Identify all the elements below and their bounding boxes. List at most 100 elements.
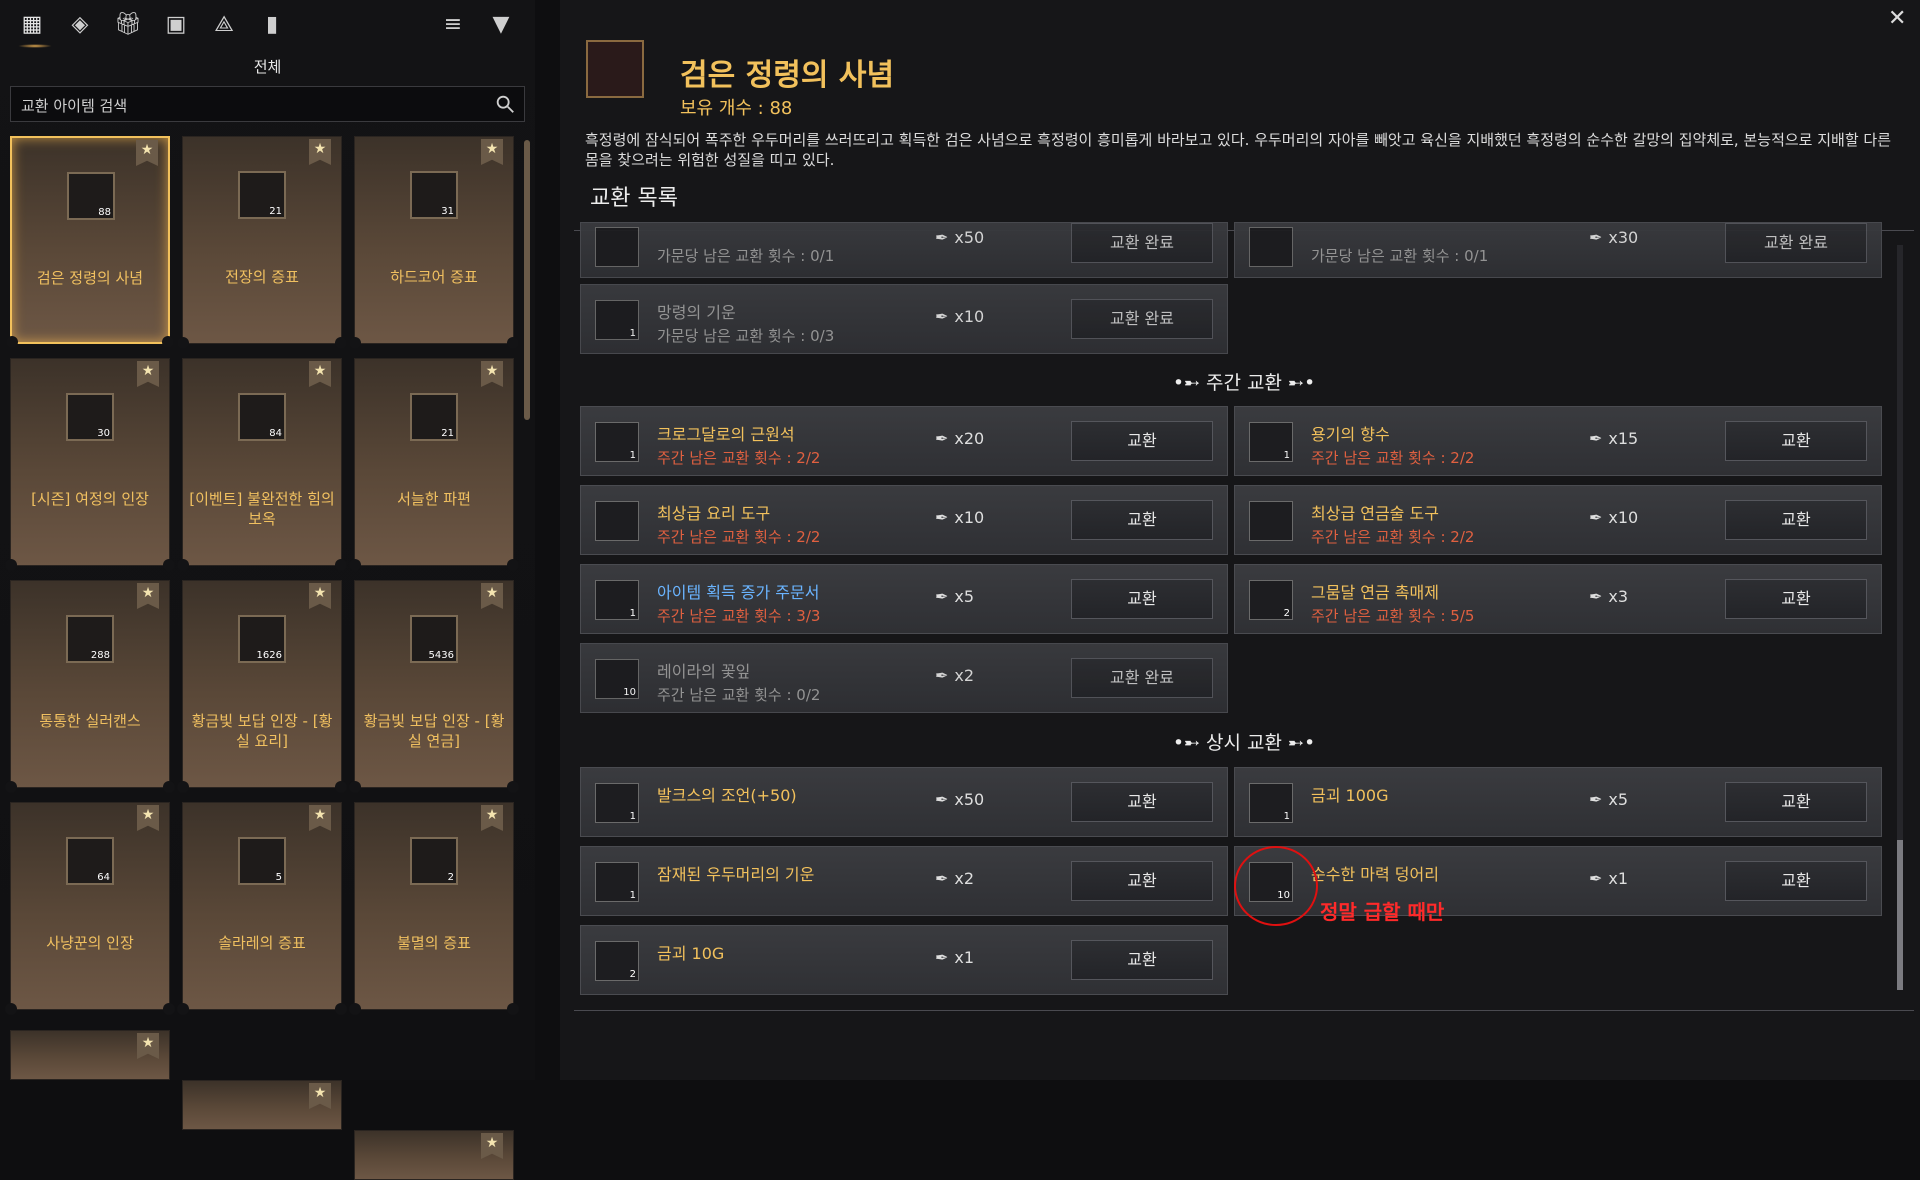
bookmark-icon[interactable]: ▮ — [258, 10, 286, 38]
favorite-star-icon[interactable]: ★ — [309, 361, 331, 387]
chest-icon[interactable]: ▣ — [162, 10, 190, 38]
exchange-button[interactable]: 교환 — [1071, 940, 1213, 980]
item-card[interactable]: ★ 30 [시즌] 여정의 인장 — [5, 358, 175, 571]
favorite-star-icon[interactable]: ★ — [481, 583, 503, 609]
check-icon — [595, 227, 639, 267]
check-icon: 1 — [595, 300, 639, 340]
scroll-thumb[interactable] — [1897, 840, 1903, 990]
exchange-complete-button[interactable]: 교환 완료 — [1071, 299, 1213, 339]
item-card-name: 하드코어 증표 — [390, 268, 478, 286]
category-label: 전체 — [253, 58, 282, 76]
item-card-name: 황금빛 보답 인장 - [황실 연금] — [363, 712, 505, 750]
slot-name: 그뭄달 연금 촉매제 — [1311, 583, 1439, 602]
search-icon[interactable] — [494, 93, 516, 115]
favorite-star-icon[interactable]: ★ — [309, 139, 331, 165]
favorite-star-icon[interactable]: ★ — [137, 361, 159, 387]
quill-icon: ✒ — [935, 790, 949, 809]
exchange-button[interactable]: 교환 — [1725, 782, 1867, 822]
item-card[interactable]: ★ 1626 황금빛 보답 인장 - [황실 요리] — [177, 580, 347, 793]
exchange-button[interactable]: 교환 — [1071, 861, 1213, 901]
filter-icon[interactable]: ▼ — [487, 10, 515, 38]
slot-remaining: 주간 남은 교환 횟수 : 2/2 — [657, 528, 821, 546]
quill-icon: ✒ — [935, 307, 949, 326]
slot-name: 아이템 획득 증가 주문서 — [657, 583, 820, 602]
item-icon: 1 — [595, 862, 639, 902]
gift-icon[interactable]: 🎁︎ — [114, 10, 142, 38]
item-icon: 30 — [66, 393, 114, 441]
favorite-star-icon[interactable]: ★ — [137, 583, 159, 609]
item-card[interactable]: ★ 5 솔라레의 증표 — [177, 802, 347, 1015]
item-description: 흑정령에 잠식되어 폭주한 우두머리를 쓰러뜨리고 획득한 검은 사념으로 흑정… — [585, 131, 1892, 169]
item-card[interactable]: ★ 2 불멸의 증표 — [349, 802, 519, 1015]
item-card[interactable]: ★ 21 서늘한 파편 — [349, 358, 519, 571]
exchange-button[interactable]: 교환 — [1071, 782, 1213, 822]
item-icon: 2 — [410, 837, 458, 885]
active-tab-indicator — [18, 44, 52, 48]
left-scrollbar[interactable] — [524, 140, 530, 420]
quill-icon: ✒ — [1589, 429, 1603, 448]
item-icon: 1 — [595, 422, 639, 462]
exchange-button[interactable]: 교환 — [1725, 861, 1867, 901]
exchange-slot: 1 발크스의 조언(+50) ✒ x50 교환 — [580, 767, 1228, 837]
owned-count: 보유 개수 : 88 — [680, 98, 793, 119]
favorite-star-icon[interactable]: ★ — [309, 583, 331, 609]
exchange-complete-button[interactable]: 교환 완료 — [1071, 223, 1213, 263]
exchange-slot: 2 그뭄달 연금 촉매제 주간 남은 교환 횟수 : 5/5 ✒ x3 교환 — [1234, 564, 1882, 634]
item-card[interactable]: ★ 21 전장의 증표 — [177, 136, 347, 349]
exchange-button[interactable]: 교환 — [1071, 579, 1213, 619]
right-scrollbar[interactable] — [1897, 245, 1903, 990]
exchange-button[interactable]: 교환 — [1725, 500, 1867, 540]
favorite-star-icon[interactable]: ★ — [481, 361, 503, 387]
exchange-button[interactable]: 교환 — [1071, 421, 1213, 461]
favorite-star-icon[interactable]: ★ — [481, 139, 503, 165]
exchange-slot: 1 용기의 향수 주간 남은 교환 횟수 : 2/2 ✒ x15 교환 — [1234, 406, 1882, 476]
item-card-name: 황금빛 보답 인장 - [황실 요리] — [191, 712, 333, 750]
item-card[interactable]: ★ — [10, 1030, 170, 1080]
item-card[interactable]: ★ — [182, 1080, 342, 1130]
item-card-name: [시즌] 여정의 인장 — [31, 490, 149, 508]
grid-icon[interactable]: ▦ — [18, 10, 46, 38]
sort-filter-bar: ≡ ▼ — [439, 10, 515, 38]
exchange-slot: 최상급 요리 도구 주간 남은 교환 횟수 : 2/2 ✒ x10 교환 — [580, 485, 1228, 555]
favorite-star-icon[interactable]: ★ — [137, 805, 159, 831]
favorite-star-icon[interactable]: ★ — [309, 805, 331, 831]
slot-cost: ✒ x1 — [1589, 869, 1629, 888]
item-card[interactable]: ★ 84 [이벤트] 불완전한 힘의 보옥 — [177, 358, 347, 571]
exchange-button[interactable]: 교환 — [1071, 500, 1213, 540]
favorite-star-icon[interactable]: ★ — [136, 140, 158, 166]
exchange-button[interactable]: 교환 — [1725, 421, 1867, 461]
item-card[interactable]: ★ 64 사냥꾼의 인장 — [5, 802, 175, 1015]
slot-name: 금괴 100G — [1311, 786, 1389, 805]
network-icon[interactable]: ⟁ — [210, 10, 238, 38]
close-icon[interactable]: ✕ — [1888, 6, 1912, 31]
item-icon: 1626 — [238, 615, 286, 663]
item-card[interactable]: ★ 5436 황금빛 보답 인장 - [황실 연금] — [349, 580, 519, 793]
item-icon: 1 — [595, 580, 639, 620]
item-card[interactable]: ★ 288 통통한 실러캔스 — [5, 580, 175, 793]
slot-cost: ✒ x2 — [935, 869, 975, 888]
sort-icon[interactable]: ≡ — [439, 10, 467, 38]
quill-icon: ✒ — [935, 508, 949, 527]
exchange-button[interactable]: 교환 — [1725, 579, 1867, 619]
favorite-star-icon[interactable]: ★ — [481, 805, 503, 831]
item-card[interactable]: ★ — [354, 1130, 514, 1180]
favorite-star-icon[interactable]: ★ — [481, 1133, 503, 1159]
slot-remaining: 주간 남은 교환 횟수 : 3/3 — [657, 607, 821, 625]
slot-remaining: 주간 남은 교환 횟수 : 2/2 — [1311, 449, 1475, 467]
slot-cost: ✒ x3 — [1589, 587, 1629, 606]
slot-cost: ✒ x2 — [935, 666, 975, 685]
item-card[interactable]: ★ 88 검은 정령의 사념 — [6, 136, 174, 348]
favorite-star-icon[interactable]: ★ — [137, 1033, 159, 1059]
item-card[interactable]: ★ 31 하드코어 증표 — [349, 136, 519, 349]
slot-name: 최상급 요리 도구 — [657, 504, 771, 523]
slot-cost: ✒ x10 — [935, 508, 985, 527]
exchange-complete-button[interactable]: 교환 완료 — [1725, 223, 1867, 263]
favorite-star-icon[interactable]: ★ — [309, 1083, 331, 1109]
slot-remaining: 가문당 남은 교환 횟수 : 0/1 — [657, 247, 835, 265]
search-input[interactable]: 교환 아이템 검색 — [10, 86, 525, 122]
exchange-slot: 1 잠재된 우두머리의 기운 ✒ x2 교환 — [580, 846, 1228, 916]
exchange-slot: 10 레이라의 꽃잎 주간 남은 교환 횟수 : 0/2 ✒ x2 교환 완료 — [580, 643, 1228, 713]
tag-icon[interactable]: ◈ — [66, 10, 94, 38]
exchange-complete-button[interactable]: 교환 완료 — [1071, 658, 1213, 698]
item-icon: 31 — [410, 171, 458, 219]
